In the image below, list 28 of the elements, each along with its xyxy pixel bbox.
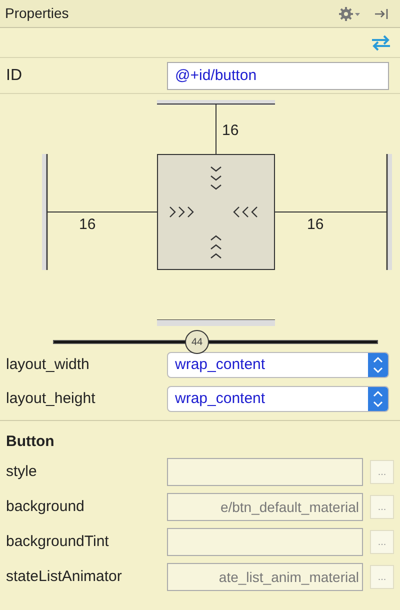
swap-arrows-icon[interactable] <box>370 34 392 50</box>
attribute-field[interactable] <box>167 528 363 556</box>
left-margin-value[interactable]: 16 <box>79 214 96 236</box>
id-label: ID <box>6 66 23 86</box>
dropdown[interactable]: wrap_content <box>167 386 389 412</box>
section-title: Button <box>5 432 56 452</box>
id-field[interactable]: @+id/button <box>167 62 389 90</box>
property-label: layout_width <box>6 354 90 375</box>
bias-slider-thumb[interactable]: 44 <box>185 330 209 354</box>
gear-icon[interactable] <box>339 6 361 20</box>
attribute-field[interactable] <box>167 458 363 486</box>
dropdown[interactable]: wrap_content <box>167 352 389 378</box>
stepper-arrows-icon <box>368 387 388 411</box>
panel-title: Properties <box>5 4 69 23</box>
attribute-label: style <box>6 462 38 482</box>
stepper-arrows-icon <box>368 353 388 377</box>
right-margin-value[interactable]: 16 <box>307 214 324 236</box>
attribute-label: background <box>6 496 86 517</box>
top-margin-value[interactable]: 16 <box>222 120 239 142</box>
attribute-label: stateListAnimator <box>6 566 123 587</box>
attribute-field[interactable]: e/btn_default_material <box>167 493 363 521</box>
attribute-label: backgroundTint <box>6 532 110 552</box>
property-label: layout_height <box>6 388 96 409</box>
chevrons-down-icon <box>210 166 222 192</box>
hide-panel-icon[interactable] <box>375 8 389 18</box>
chevrons-up-icon <box>210 234 222 260</box>
bias-value: 44 <box>191 336 203 350</box>
attribute-field[interactable]: ate_list_anim_material <box>167 563 363 591</box>
